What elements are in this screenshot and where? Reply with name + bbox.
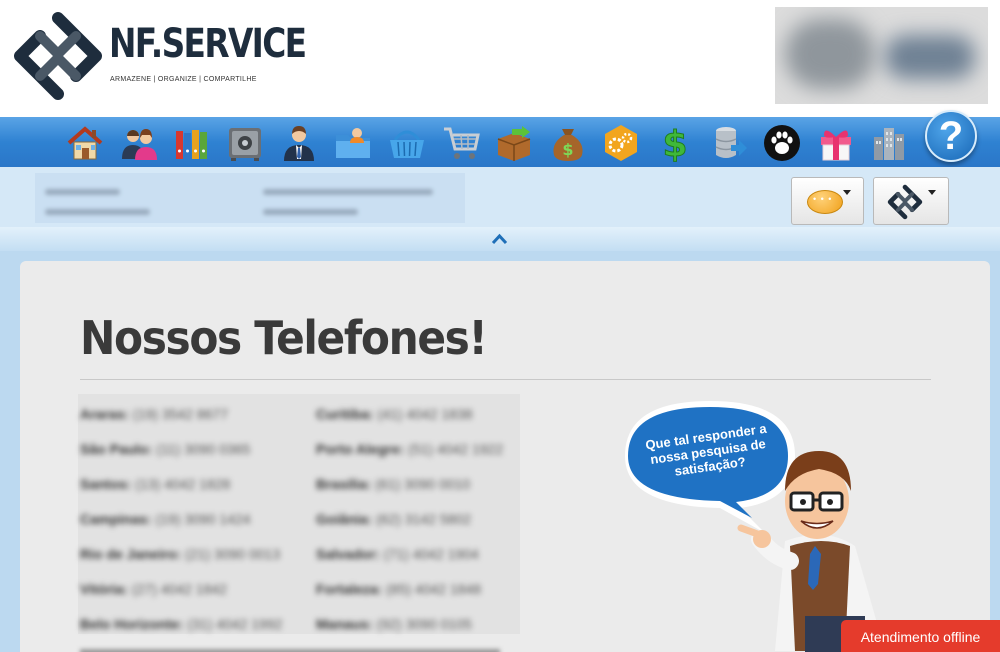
blurred-banner-image[interactable] xyxy=(775,7,988,104)
phone-entry: Vitória: (27) 4042 1842 xyxy=(80,580,227,597)
phone-entry: Fortaleza: (85) 4042 1848 xyxy=(316,580,482,597)
paw-icon[interactable] xyxy=(761,122,803,164)
phone-entry: Belo Horizonte: (31) 4042 1992 xyxy=(80,615,283,632)
chevron-down-icon xyxy=(843,190,851,195)
dollar-sign-icon[interactable]: $ xyxy=(654,122,696,164)
collapse-bar xyxy=(0,227,1000,251)
content-card: Nossos Telefones! Araras: (19) 3542 8677 … xyxy=(20,261,990,652)
satisfaction-survey-banner[interactable]: Que tal responder a nossa pesquisa de sa… xyxy=(615,396,895,652)
blurred-user-details xyxy=(35,173,465,223)
logo-mark-icon xyxy=(887,184,923,220)
chat-offline-button[interactable]: Atendimento offline xyxy=(841,620,1000,652)
help-button[interactable]: ? xyxy=(925,110,977,162)
money-bag-icon[interactable]: $ xyxy=(547,122,589,164)
phone-entry: Rio de Janeiro: (21) 3090 0013 xyxy=(80,545,281,562)
main-toolbar: $ $ xyxy=(0,117,1000,167)
box-transfer-icon[interactable] xyxy=(493,122,535,164)
phone-entry: Goiânia: (62) 3142 5802 xyxy=(316,510,471,527)
nf-service-logo[interactable]: NF.SERVICE ARMAZENE | ORGANIZE | COMPART… xyxy=(12,10,307,102)
folder-user-icon[interactable] xyxy=(332,122,374,164)
phone-entry: Araras: (19) 3542 8677 xyxy=(80,405,228,422)
chat-bubble-icon xyxy=(807,190,843,214)
database-export-icon[interactable] xyxy=(708,122,750,164)
users-icon[interactable] xyxy=(118,122,160,164)
home-icon[interactable] xyxy=(64,122,106,164)
phone-entry: Salvador: (71) 4042 1904 xyxy=(316,545,479,562)
phone-entry: Santos: (13) 4042 1828 xyxy=(80,475,231,492)
chevron-up-icon[interactable] xyxy=(492,233,507,245)
divider xyxy=(80,379,931,380)
logo-mark-icon xyxy=(14,12,102,100)
account-menu-button[interactable] xyxy=(873,177,949,225)
gift-icon[interactable] xyxy=(815,122,857,164)
binders-icon[interactable] xyxy=(171,122,213,164)
page-title: Nossos Telefones! xyxy=(80,311,488,365)
buildings-icon[interactable] xyxy=(868,122,910,164)
phone-entry: São Paulo: (11) 3090 0365 xyxy=(80,440,251,457)
phone-entry: Campinas: (19) 3090 1424 xyxy=(80,510,251,527)
phone-list: Araras: (19) 3542 8677 São Paulo: (11) 309… xyxy=(78,394,520,634)
phone-entry: Brasília: (61) 3090 0010 xyxy=(316,475,471,492)
chat-menu-button[interactable] xyxy=(791,177,864,225)
businessman-icon[interactable] xyxy=(278,122,320,164)
user-info-bar xyxy=(0,167,1000,227)
phone-entry: Manaus: (92) 3090 0105 xyxy=(316,615,472,632)
gears-hexagon-icon[interactable] xyxy=(600,122,642,164)
phone-entry: Curitiba: (41) 4042 1838 xyxy=(316,405,473,422)
svg-text:$: $ xyxy=(562,140,573,159)
chevron-down-icon xyxy=(928,190,936,195)
header: NF.SERVICE ARMAZENE | ORGANIZE | COMPART… xyxy=(0,0,1000,117)
logo-tagline: ARMAZENE | ORGANIZE | COMPARTILHE xyxy=(110,76,257,83)
svg-text:$: $ xyxy=(662,124,687,163)
basket-icon[interactable] xyxy=(386,122,428,164)
shopping-cart-icon[interactable] xyxy=(440,122,482,164)
phone-entry: Porto Alegre: (51) 4042 1922 xyxy=(316,440,504,457)
safe-icon[interactable] xyxy=(224,122,266,164)
logo-brand: NF.SERVICE xyxy=(109,21,307,67)
blurred-footer-text xyxy=(80,646,520,652)
